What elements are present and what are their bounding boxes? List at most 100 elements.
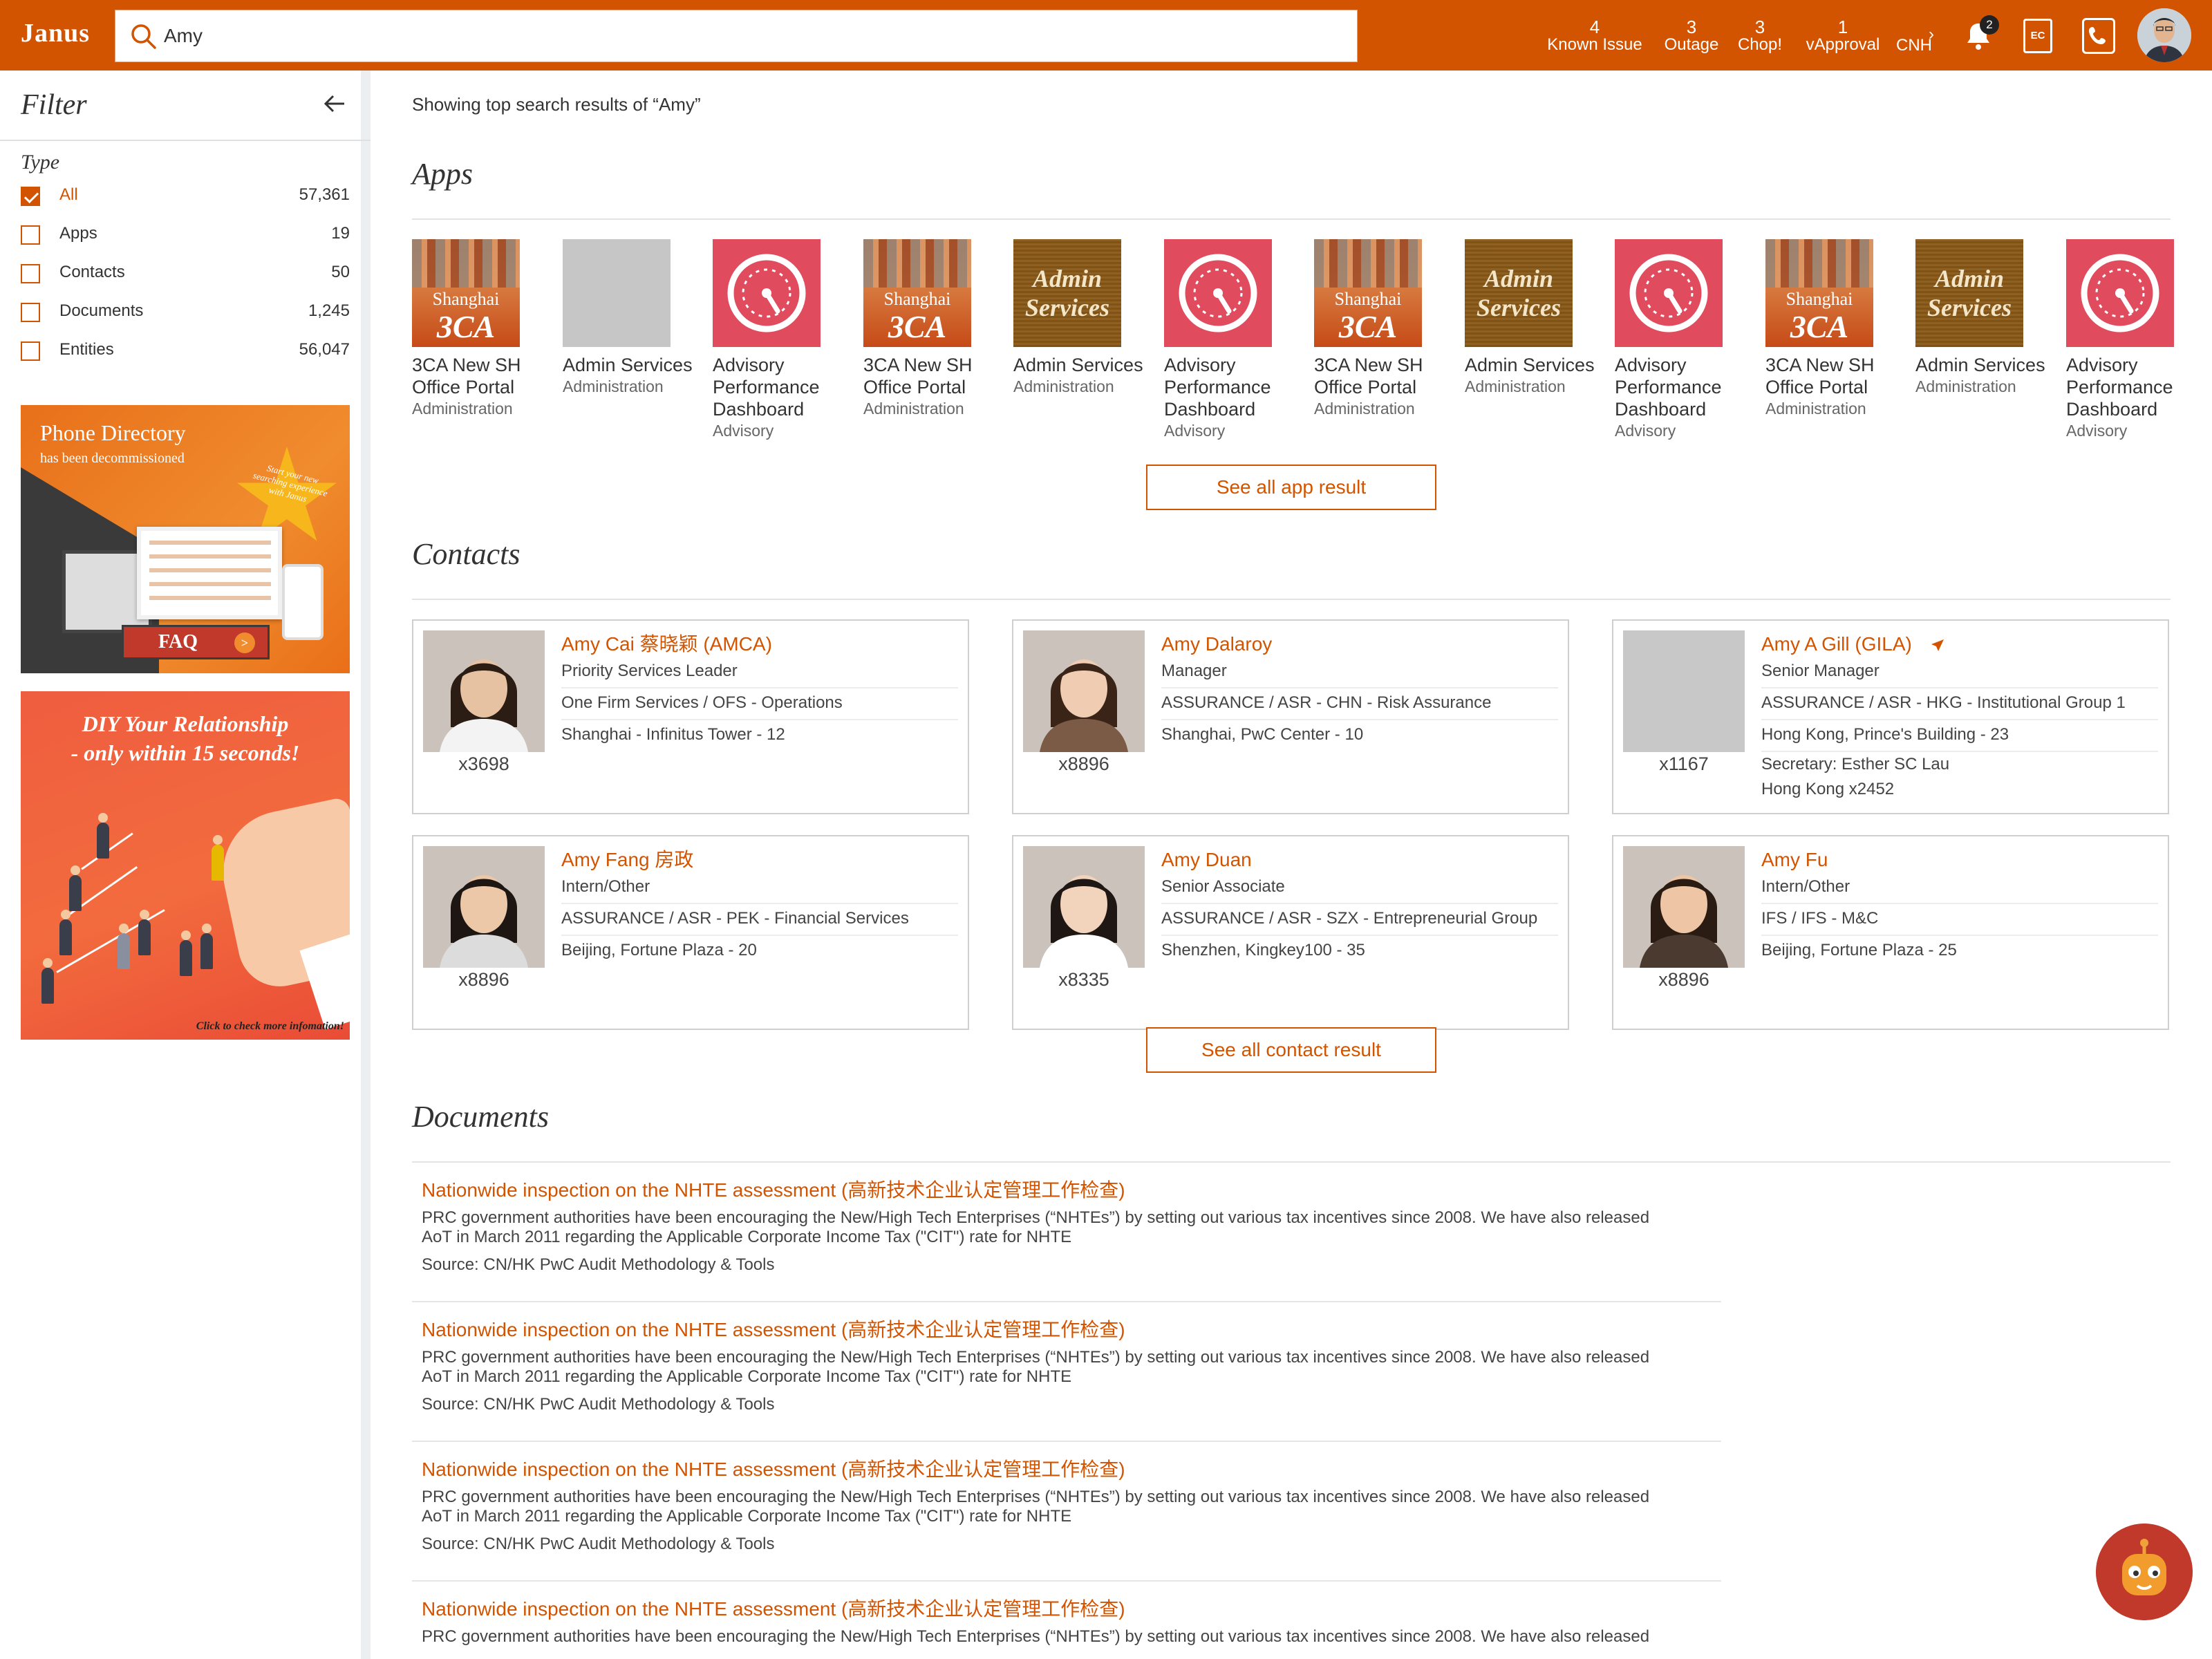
brand-logo[interactable]: Janus [21, 18, 90, 48]
contact-extension[interactable]: x8896 [423, 969, 545, 991]
contact-name[interactable]: Amy Cai 蔡晓颖 (AMCA) [561, 633, 772, 655]
phone-icon[interactable] [2082, 18, 2115, 54]
vapproval-counter[interactable]: 1 vApproval [1801, 18, 1884, 54]
contact-photo-placeholder[interactable] [1623, 630, 1745, 752]
facet-all[interactable]: All 57,361 [21, 177, 350, 212]
contact-photo[interactable] [1023, 846, 1145, 968]
facet-entities[interactable]: Entities 56,047 [21, 332, 350, 366]
app-tile[interactable]: Admin Services Admin Services Administratio… [1465, 239, 1603, 396]
facet-checkbox[interactable] [21, 303, 40, 322]
app-thumbnail[interactable]: Shanghai 3CA [1765, 239, 1873, 347]
app-name[interactable]: 3CA New SH Office Portal [412, 354, 550, 398]
facet-apps[interactable]: Apps 19 [21, 216, 350, 250]
app-thumbnail[interactable] [1615, 239, 1723, 347]
contact-name[interactable]: Amy Dalaroy [1161, 633, 1272, 655]
avatar[interactable] [2137, 8, 2191, 62]
contact-name[interactable]: Amy Fang 房政 [561, 849, 693, 870]
app-tile[interactable]: Shanghai 3CA 3CA New SH Office Portal Admin… [1765, 239, 1904, 418]
diy-relationship-banner[interactable]: DIY Your Relationship - only within 15 s… [21, 691, 350, 1040]
contact-extension[interactable]: x3698 [423, 753, 545, 775]
contact-name-row[interactable]: Amy Cai 蔡晓颖 (AMCA) [561, 632, 958, 657]
search-input[interactable] [164, 10, 1339, 62]
known-issue-counter[interactable]: 4 Known Issue [1543, 18, 1647, 54]
contact-photo[interactable] [1623, 846, 1745, 968]
document-title[interactable]: Nationwide inspection on the NHTE assess… [422, 1457, 1721, 1482]
app-tile[interactable]: Advisory Performance Dashboard Advisory [1615, 239, 1753, 440]
contact-card[interactable]: x8896 Amy Dalaroy Manager ASSURANCE / ASR -… [1012, 619, 1569, 814]
see-all-apps-button[interactable]: See all app result [1146, 465, 1436, 510]
app-tile[interactable]: Advisory Performance Dashboard Advisory [713, 239, 851, 440]
app-tile[interactable]: Shanghai 3CA 3CA New SH Office Portal Admin… [863, 239, 1002, 418]
contact-extension[interactable]: x8896 [1023, 753, 1145, 775]
app-tile[interactable]: Advisory Performance Dashboard Advisory [1164, 239, 1302, 440]
app-name[interactable]: Advisory Performance Dashboard [713, 354, 851, 420]
app-name[interactable]: Advisory Performance Dashboard [1615, 354, 1753, 420]
document-title[interactable]: Nationwide inspection on the NHTE assess… [422, 1318, 1721, 1342]
app-tile[interactable]: Advisory Performance Dashboard Advisory [2066, 239, 2204, 440]
app-name[interactable]: 3CA New SH Office Portal [863, 354, 1002, 398]
contact-card[interactable]: x3698 Amy Cai 蔡晓颖 (AMCA) Priority Services… [412, 619, 969, 814]
faq-button[interactable]: FAQ > [122, 625, 270, 659]
app-thumbnail[interactable]: Admin Services [1013, 239, 1121, 347]
arrow-left-icon[interactable] [322, 91, 347, 116]
app-name[interactable]: 3CA New SH Office Portal [1765, 354, 1904, 398]
app-tile[interactable]: Admin Services Admin Services Administratio… [1013, 239, 1152, 396]
contact-name-row[interactable]: Amy Fang 房政 [561, 847, 958, 872]
outage-counter[interactable]: 3 Outage [1659, 18, 1724, 54]
app-thumbnail[interactable]: Shanghai 3CA [863, 239, 971, 347]
app-name[interactable]: Admin Services [1915, 354, 2054, 376]
app-thumbnail[interactable]: Shanghai 3CA [1314, 239, 1422, 347]
contact-extension[interactable]: x8335 [1023, 969, 1145, 991]
search-icon[interactable] [129, 22, 158, 51]
facet-checkbox[interactable] [21, 341, 40, 361]
contact-name-row[interactable]: Amy A Gill (GILA) [1761, 632, 2158, 657]
app-name[interactable]: Admin Services [563, 354, 701, 376]
chevron-right-icon[interactable]: › [1929, 25, 1934, 44]
app-thumbnail[interactable]: Shanghai 3CA [412, 239, 520, 347]
app-tile[interactable]: Admin Services Administration [563, 239, 701, 396]
app-name[interactable]: Advisory Performance Dashboard [2066, 354, 2204, 420]
contact-name[interactable]: Amy Duan [1161, 849, 1252, 870]
phone-directory-banner[interactable]: Phone Directory has been decommissioned … [21, 405, 350, 673]
facet-checkbox[interactable] [21, 187, 40, 206]
facet-contacts[interactable]: Contacts 50 [21, 254, 350, 289]
facet-checkbox[interactable] [21, 264, 40, 283]
app-thumbnail[interactable]: Admin Services [1465, 239, 1573, 347]
chatbot-button[interactable] [2096, 1524, 2193, 1620]
search-box[interactable] [115, 10, 1358, 62]
app-name[interactable]: Advisory Performance Dashboard [1164, 354, 1302, 420]
app-thumbnail[interactable] [1164, 239, 1272, 347]
app-name[interactable]: 3CA New SH Office Portal [1314, 354, 1452, 398]
contact-card[interactable]: x8896 Amy Fang 房政 Intern/Other ASSURANCE / … [412, 835, 969, 1030]
contact-name-row[interactable]: Amy Duan [1161, 847, 1558, 872]
contact-photo[interactable] [423, 846, 545, 968]
facet-checkbox[interactable] [21, 225, 40, 245]
app-name[interactable]: Admin Services [1013, 354, 1152, 376]
contact-name-row[interactable]: Amy Dalaroy [1161, 632, 1558, 657]
contact-card[interactable]: x1167 Amy A Gill (GILA) Senior Manager ASSU… [1612, 619, 2169, 814]
contact-extension[interactable]: x8896 [1623, 969, 1745, 991]
app-thumbnail[interactable]: Admin Services [1915, 239, 2023, 347]
cnh-label[interactable]: CNH [1896, 36, 1932, 55]
contact-photo[interactable] [423, 630, 545, 752]
see-all-contacts-button[interactable]: See all contact result [1146, 1027, 1436, 1073]
contact-name[interactable]: Amy Fu [1761, 849, 1828, 870]
contact-extension[interactable]: x1167 [1623, 753, 1745, 775]
app-thumbnail[interactable] [2066, 239, 2174, 347]
app-tile[interactable]: Admin Services Admin Services Administratio… [1915, 239, 2054, 396]
chop-counter[interactable]: 3 Chop! [1732, 18, 1788, 54]
app-thumbnail[interactable] [563, 239, 671, 347]
contact-card[interactable]: x8335 Amy Duan Senior Associate ASSURANCE /… [1012, 835, 1569, 1030]
contact-card[interactable]: x8896 Amy Fu Intern/Other IFS / IFS - M&C Be… [1612, 835, 2169, 1030]
document-title[interactable]: Nationwide inspection on the NHTE assess… [422, 1178, 1721, 1203]
app-tile[interactable]: Shanghai 3CA 3CA New SH Office Portal Admin… [412, 239, 550, 418]
app-thumbnail[interactable] [713, 239, 821, 347]
contact-photo[interactable] [1023, 630, 1145, 752]
ec-icon[interactable]: EC [2023, 19, 2052, 53]
contact-name[interactable]: Amy A Gill (GILA) [1761, 633, 1912, 655]
contact-name-row[interactable]: Amy Fu [1761, 847, 2158, 872]
document-title[interactable]: Nationwide inspection on the NHTE assess… [422, 1597, 1721, 1622]
app-tile[interactable]: Shanghai 3CA 3CA New SH Office Portal Admin… [1314, 239, 1452, 418]
app-name[interactable]: Admin Services [1465, 354, 1603, 376]
facet-documents[interactable]: Documents 1,245 [21, 293, 350, 328]
